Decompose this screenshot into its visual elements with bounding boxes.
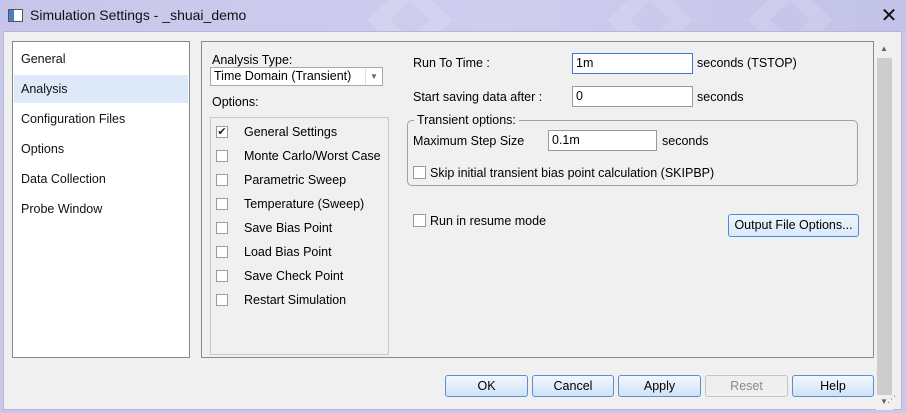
sidebar-item-analysis[interactable]: Analysis xyxy=(14,75,188,103)
option-label: Parametric Sweep xyxy=(244,173,347,187)
start-saving-label: Start saving data after : xyxy=(413,90,543,104)
general-settings-checkbox[interactable]: ✔ xyxy=(216,126,228,138)
options-label: Options: xyxy=(212,95,259,109)
option-label: General Settings xyxy=(244,125,338,139)
sidebar-item-probe-window[interactable]: Probe Window xyxy=(14,195,188,223)
skip-bias-checkbox[interactable] xyxy=(413,166,426,179)
run-to-time-input[interactable]: 1m xyxy=(572,53,693,74)
title-bar[interactable]: Simulation Settings - _shuai_demo ✕ xyxy=(0,0,906,31)
run-to-time-label: Run To Time : xyxy=(413,56,490,70)
list-item[interactable]: Save Check Point xyxy=(211,264,386,288)
option-label: Temperature (Sweep) xyxy=(244,197,365,211)
restart-simulation-checkbox[interactable] xyxy=(216,294,228,306)
option-label: Load Bias Point xyxy=(244,245,332,259)
title-bar-decoration xyxy=(367,0,453,31)
option-label: Save Check Point xyxy=(244,269,344,283)
save-check-point-checkbox[interactable] xyxy=(216,270,228,282)
load-bias-point-checkbox[interactable] xyxy=(216,246,228,258)
transient-options-label: Transient options: xyxy=(414,113,519,127)
list-item[interactable]: Temperature (Sweep) xyxy=(211,192,386,216)
analysis-type-label: Analysis Type: xyxy=(212,53,293,67)
analysis-panel: Analysis Type: Time Domain (Transient) ▼… xyxy=(201,41,874,358)
scroll-up-icon[interactable]: ▲ xyxy=(880,44,888,53)
close-button[interactable]: ✕ xyxy=(872,0,906,31)
save-bias-point-checkbox[interactable] xyxy=(216,222,228,234)
start-saving-input[interactable]: 0 xyxy=(572,86,693,107)
ok-button[interactable]: OK xyxy=(445,375,528,397)
max-step-unit: seconds xyxy=(662,134,709,148)
app-window-icon xyxy=(8,9,23,22)
vertical-scrollbar[interactable]: ▲ ▼ xyxy=(876,41,893,410)
option-label: Restart Simulation xyxy=(244,293,347,307)
analysis-type-select[interactable]: Time Domain (Transient) ▼ xyxy=(210,67,383,86)
sidebar-item-options[interactable]: Options xyxy=(14,135,188,163)
run-to-time-unit: seconds (TSTOP) xyxy=(697,56,797,70)
sidebar-item-general[interactable]: General xyxy=(14,45,188,73)
options-list: ✔ General Settings Monte Carlo/Worst Cas… xyxy=(210,117,389,355)
help-button[interactable]: Help xyxy=(792,375,874,397)
transient-options-group: Transient options: Maximum Step Size 0.1… xyxy=(407,113,858,186)
resume-mode-label: Run in resume mode xyxy=(430,214,547,228)
resume-mode-checkbox[interactable] xyxy=(413,214,426,227)
list-item[interactable]: Restart Simulation xyxy=(211,288,386,312)
chevron-down-icon[interactable]: ▼ xyxy=(365,68,382,85)
title-bar-decoration xyxy=(607,0,693,31)
list-item[interactable]: Load Bias Point xyxy=(211,240,386,264)
dialog-client-area: General Analysis Configuration Files Opt… xyxy=(3,31,902,410)
scrollbar-thumb[interactable] xyxy=(877,58,892,395)
close-icon: ✕ xyxy=(880,5,898,27)
monte-carlo-checkbox[interactable] xyxy=(216,150,228,162)
cancel-button[interactable]: Cancel xyxy=(532,375,614,397)
option-label: Monte Carlo/Worst Case xyxy=(244,149,381,163)
temperature-sweep-checkbox[interactable] xyxy=(216,198,228,210)
sidebar-item-configuration-files[interactable]: Configuration Files xyxy=(14,105,188,133)
max-step-input[interactable]: 0.1m xyxy=(548,130,657,151)
settings-sidebar: General Analysis Configuration Files Opt… xyxy=(12,41,190,358)
analysis-type-value: Time Domain (Transient) xyxy=(214,69,352,83)
output-file-options-button[interactable]: Output File Options... xyxy=(728,214,859,237)
max-step-label: Maximum Step Size xyxy=(413,134,525,148)
title-bar-decoration xyxy=(747,0,833,31)
parametric-sweep-checkbox[interactable] xyxy=(216,174,228,186)
list-item[interactable]: Save Bias Point xyxy=(211,216,386,240)
start-saving-unit: seconds xyxy=(697,90,744,104)
option-label: Save Bias Point xyxy=(244,221,333,235)
reset-button: Reset xyxy=(705,375,788,397)
skip-bias-label: Skip initial transient bias point calcul… xyxy=(430,166,715,180)
apply-button[interactable]: Apply xyxy=(618,375,701,397)
window-title: Simulation Settings - _shuai_demo xyxy=(30,7,247,23)
list-item[interactable]: ✔ General Settings xyxy=(211,120,386,144)
sidebar-item-data-collection[interactable]: Data Collection xyxy=(14,165,188,193)
list-item[interactable]: Parametric Sweep xyxy=(211,168,386,192)
list-item[interactable]: Monte Carlo/Worst Case xyxy=(211,144,386,168)
resize-grip-icon[interactable]: ⋰ xyxy=(887,394,899,406)
